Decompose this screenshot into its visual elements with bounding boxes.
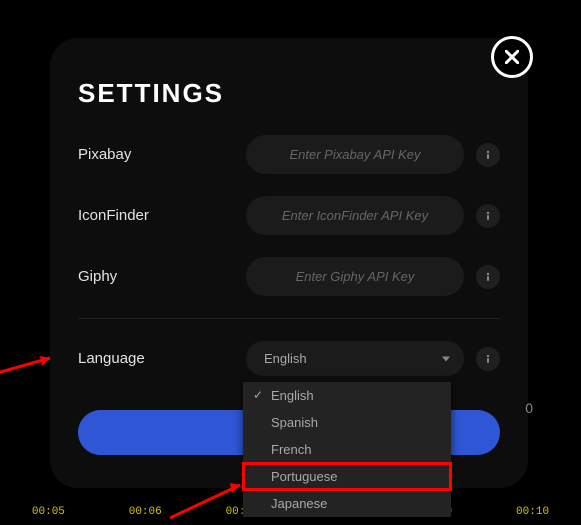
language-option-portuguese[interactable]: Portuguese <box>243 463 451 490</box>
page-title: SETTINGS <box>78 78 500 109</box>
setting-row-language: Language English <box>78 341 500 376</box>
language-option-english[interactable]: English <box>243 382 451 409</box>
info-button-pixabay[interactable] <box>476 143 500 167</box>
timeline-tick: 00:05 <box>0 506 97 518</box>
timeline-tick: 00:10 <box>484 506 581 518</box>
close-icon <box>505 50 519 64</box>
setting-row-giphy: Giphy <box>78 257 500 296</box>
close-button[interactable] <box>491 36 533 78</box>
label-language: Language <box>78 350 246 367</box>
select-language-value: English <box>264 351 307 366</box>
timeline-tick: 00:06 <box>97 506 194 518</box>
language-dropdown: English Spanish French Portuguese Japane… <box>243 382 451 517</box>
input-iconfinder-api-key[interactable] <box>246 196 464 235</box>
label-pixabay: Pixabay <box>78 146 246 163</box>
background-count: 0 <box>525 400 533 416</box>
info-icon <box>483 354 493 364</box>
language-option-japanese[interactable]: Japanese <box>243 490 451 517</box>
divider <box>78 318 500 319</box>
info-button-language[interactable] <box>476 347 500 371</box>
input-pixabay-api-key[interactable] <box>246 135 464 174</box>
language-option-french[interactable]: French <box>243 436 451 463</box>
info-button-giphy[interactable] <box>476 265 500 289</box>
language-option-spanish[interactable]: Spanish <box>243 409 451 436</box>
label-giphy: Giphy <box>78 268 246 285</box>
label-iconfinder: IconFinder <box>78 207 246 224</box>
info-icon <box>483 150 493 160</box>
setting-row-pixabay: Pixabay <box>78 135 500 174</box>
chevron-down-icon <box>442 356 450 361</box>
info-icon <box>483 211 493 221</box>
select-language[interactable]: English <box>246 341 464 376</box>
input-giphy-api-key[interactable] <box>246 257 464 296</box>
info-button-iconfinder[interactable] <box>476 204 500 228</box>
info-icon <box>483 272 493 282</box>
setting-row-iconfinder: IconFinder <box>78 196 500 235</box>
